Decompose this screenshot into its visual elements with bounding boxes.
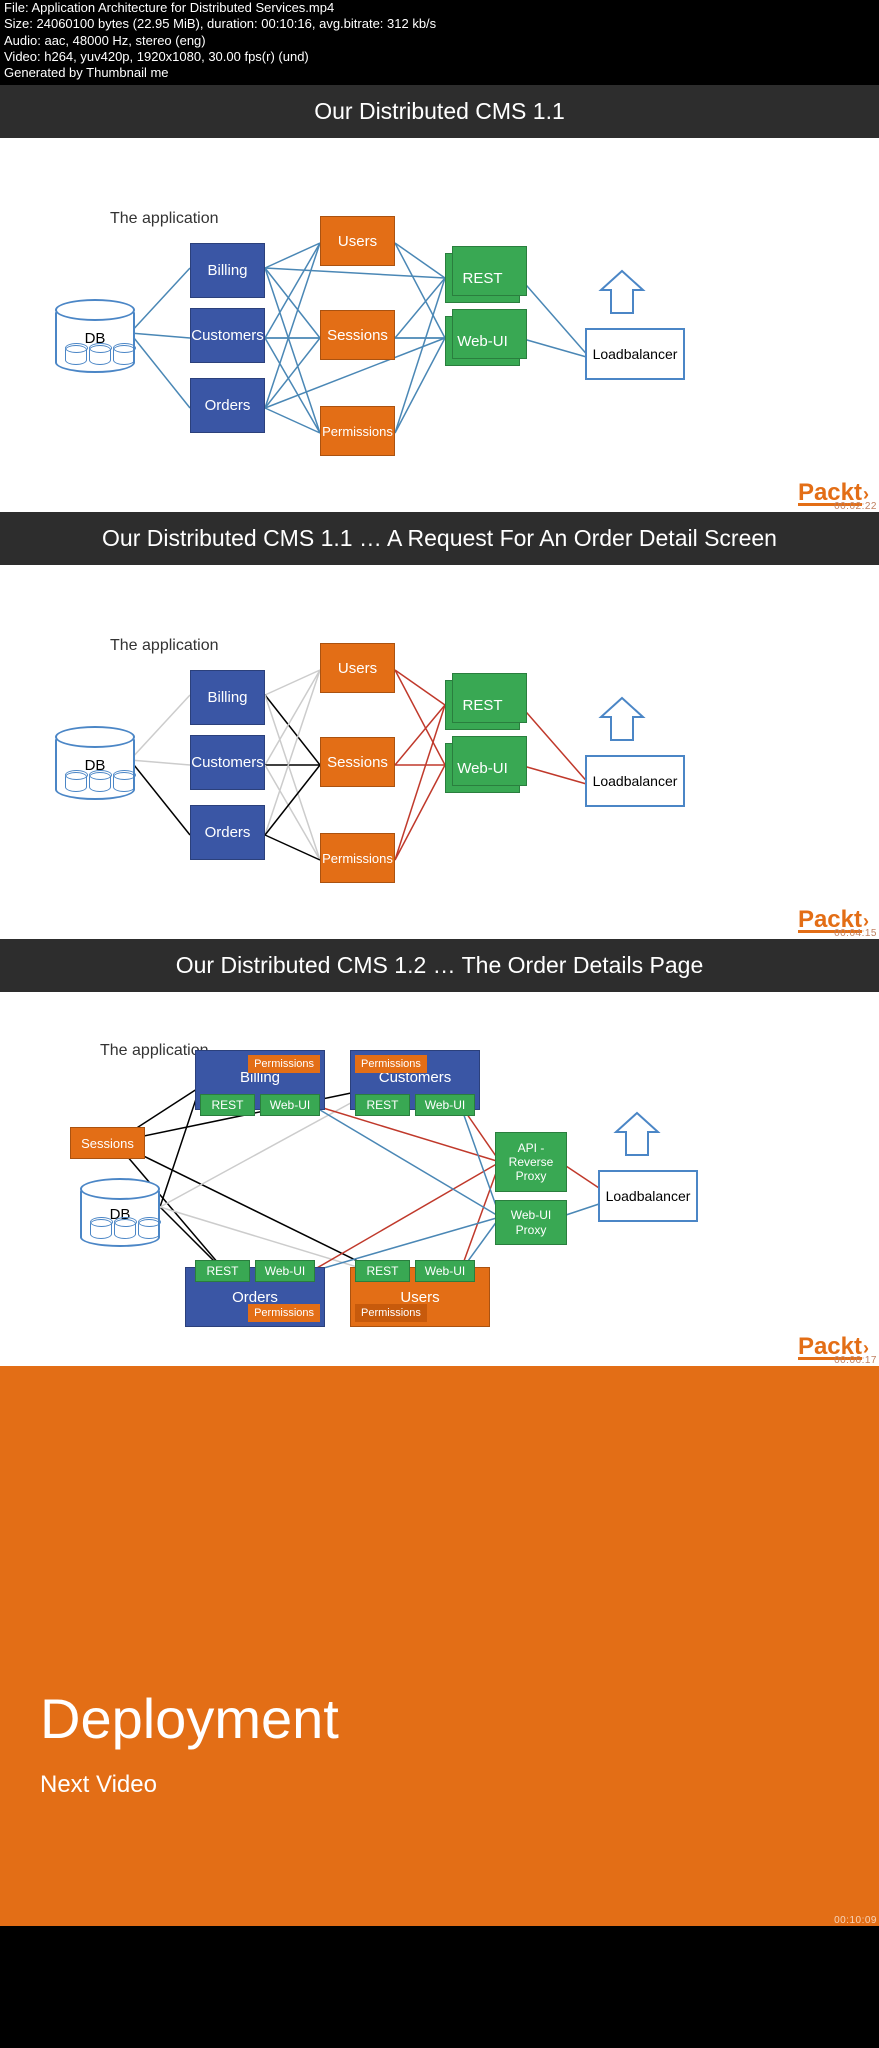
tag-rest: REST bbox=[355, 1094, 410, 1116]
loadbalancer-arrow-icon bbox=[610, 1110, 665, 1165]
segment-3: Our Distributed CMS 1.2 … The Order Deta… bbox=[0, 939, 879, 1366]
segment-2: Our Distributed CMS 1.1 … A Request For … bbox=[0, 512, 879, 939]
app-label: The application bbox=[100, 1042, 209, 1060]
app-label: The application bbox=[110, 637, 219, 655]
tag-rest: REST bbox=[200, 1094, 255, 1116]
segment-4: Deployment Next Video 00:10:09 bbox=[0, 1366, 879, 1926]
meta-video: Video: h264, yuv420p, 1920x1080, 30.00 f… bbox=[4, 49, 875, 65]
node-api-proxy: API - Reverse Proxy bbox=[495, 1132, 567, 1192]
tag-webui: Web-UI bbox=[415, 1260, 475, 1282]
tag-permissions: Permissions bbox=[248, 1304, 320, 1322]
file-meta-block: File: Application Architecture for Distr… bbox=[0, 0, 879, 85]
segment-4-slide: Deployment Next Video 00:10:09 bbox=[0, 1366, 879, 1926]
node-sessions: Sessions bbox=[70, 1127, 145, 1159]
node-customers: Customers bbox=[190, 308, 265, 363]
segment-2-diagram: The application DB Billing Customers Ord… bbox=[0, 565, 879, 939]
node-rest: REST bbox=[445, 680, 520, 730]
segment-4-timestamp: 00:10:09 bbox=[834, 1915, 877, 1926]
tag-permissions: Permissions bbox=[355, 1304, 427, 1322]
db-cylinder: DB bbox=[55, 730, 135, 800]
app-label: The application bbox=[110, 210, 219, 228]
segment-1-timestamp: 00:02:22 bbox=[834, 501, 877, 512]
node-webui: Web-UI bbox=[445, 316, 520, 366]
node-users: Users bbox=[320, 643, 395, 693]
loadbalancer-arrow-icon bbox=[595, 695, 650, 750]
tag-rest: REST bbox=[195, 1260, 250, 1282]
node-customers: Customers bbox=[190, 735, 265, 790]
node-webui: Web-UI bbox=[445, 743, 520, 793]
node-loadbalancer: Loadbalancer bbox=[598, 1170, 698, 1222]
meta-file: File: Application Architecture for Distr… bbox=[4, 0, 875, 16]
tag-webui: Web-UI bbox=[260, 1094, 320, 1116]
segment-2-timestamp: 00:04:15 bbox=[834, 928, 877, 939]
node-orders: Orders bbox=[190, 805, 265, 860]
segment-1-title: Our Distributed CMS 1.1 bbox=[0, 85, 879, 138]
segment-4-subtitle: Next Video bbox=[40, 1771, 157, 1799]
node-webui-proxy: Web-UI Proxy bbox=[495, 1200, 567, 1245]
tag-webui: Web-UI bbox=[415, 1094, 475, 1116]
db-cylinder: DB bbox=[80, 1182, 160, 1247]
node-sessions: Sessions bbox=[320, 310, 395, 360]
node-loadbalancer: Loadbalancer bbox=[585, 755, 685, 807]
node-loadbalancer: Loadbalancer bbox=[585, 328, 685, 380]
node-orders: Orders bbox=[190, 378, 265, 433]
segment-3-timestamp: 00:06:17 bbox=[834, 1355, 877, 1366]
tag-webui: Web-UI bbox=[255, 1260, 315, 1282]
db-cylinder: DB bbox=[55, 303, 135, 373]
node-sessions: Sessions bbox=[320, 737, 395, 787]
node-orders-label: Orders bbox=[232, 1289, 278, 1306]
segment-3-title: Our Distributed CMS 1.2 … The Order Deta… bbox=[0, 939, 879, 992]
node-permissions: Permissions bbox=[320, 833, 395, 883]
node-users: Users bbox=[320, 216, 395, 266]
loadbalancer-arrow-icon bbox=[595, 268, 650, 323]
segment-2-title: Our Distributed CMS 1.1 … A Request For … bbox=[0, 512, 879, 565]
tag-rest: REST bbox=[355, 1260, 410, 1282]
node-permissions: Permissions bbox=[320, 406, 395, 456]
node-billing: Billing bbox=[190, 243, 265, 298]
segment-3-diagram: The application Billing Permissions REST… bbox=[0, 992, 879, 1366]
meta-gen: Generated by Thumbnail me bbox=[4, 65, 875, 81]
segment-4-title: Deployment bbox=[40, 1686, 339, 1751]
meta-audio: Audio: aac, 48000 Hz, stereo (eng) bbox=[4, 33, 875, 49]
tag-permissions: Permissions bbox=[355, 1055, 427, 1073]
meta-size: Size: 24060100 bytes (22.95 MiB), durati… bbox=[4, 16, 875, 32]
node-users-label: Users bbox=[400, 1289, 439, 1306]
segment-1: Our Distributed CMS 1.1 bbox=[0, 85, 879, 512]
tag-permissions: Permissions bbox=[248, 1055, 320, 1073]
node-rest: REST bbox=[445, 253, 520, 303]
node-billing: Billing bbox=[190, 670, 265, 725]
segment-1-diagram: The application DB Billing Customers Ord… bbox=[0, 138, 879, 512]
